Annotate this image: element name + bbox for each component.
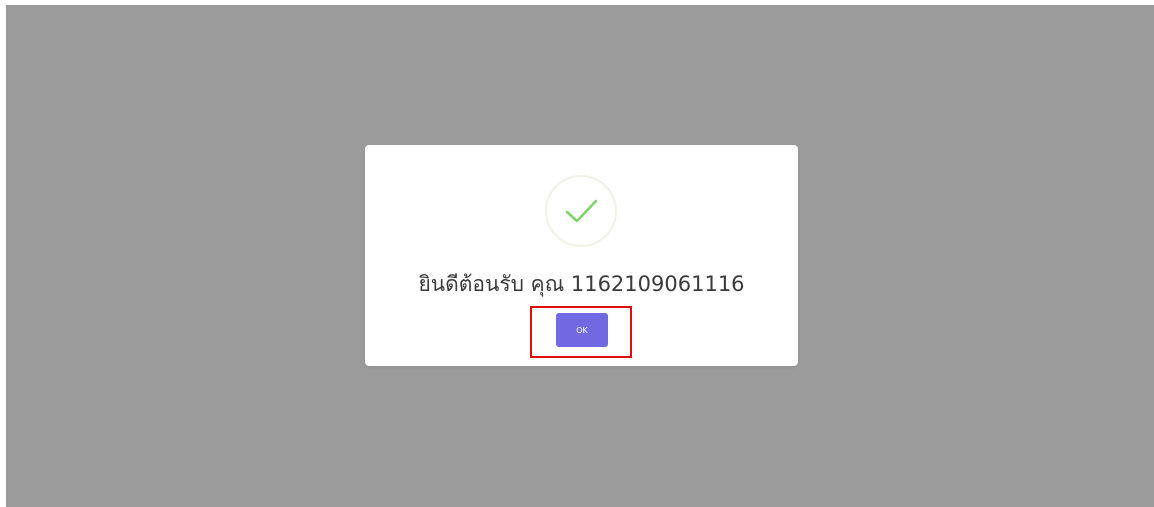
- success-checkmark-icon: [545, 175, 617, 247]
- welcome-message: ยินดีต้อนรับ คุณ 1162109061116: [418, 272, 745, 296]
- ok-button[interactable]: OK: [556, 313, 608, 347]
